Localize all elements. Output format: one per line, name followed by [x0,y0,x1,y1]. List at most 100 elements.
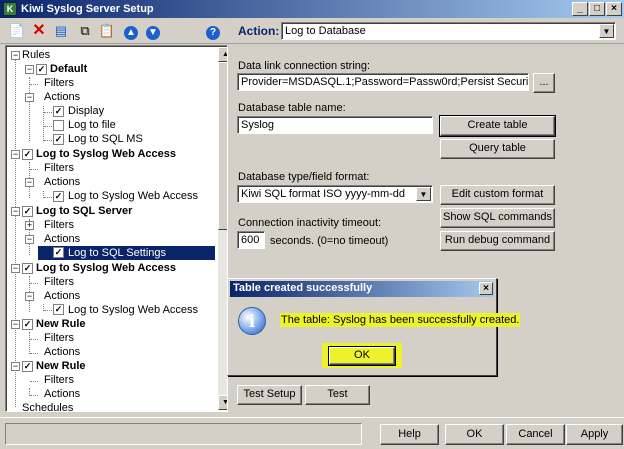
tree-node-selected-action[interactable]: Log to SQL Settings [68,246,166,260]
action-enabled-checkbox[interactable] [53,120,64,131]
move-up-icon[interactable]: ▲ [122,22,140,40]
table-name-label: Database table name: [238,102,346,114]
minimize-button[interactable]: _ [572,2,588,16]
dialog-ok-button[interactable]: OK [328,346,396,366]
tree-node-action[interactable]: Log to Syslog Web Access [68,303,198,317]
collapse-icon[interactable]: − [25,65,34,74]
db-type-value: Kiwi SQL format ISO yyyy-mm-dd [241,188,406,200]
rule-enabled-checkbox[interactable]: ✓ [22,206,33,217]
tree-node-actions[interactable]: Actions [44,232,80,246]
rule-enabled-checkbox[interactable]: ✓ [22,263,33,274]
collapse-icon[interactable]: − [11,362,20,371]
timeout-label: Connection inactivity timeout: [238,217,382,229]
timeout-value: 600 [241,234,260,246]
maximize-button[interactable]: □ [589,2,605,16]
paste-icon[interactable]: 📋 [98,22,116,40]
timeout-suffix: seconds. (0=no timeout) [270,235,389,247]
show-sql-commands-button[interactable]: Show SQL commands [440,208,555,228]
tree-node-rules[interactable]: Rules [22,48,50,62]
collapse-icon[interactable]: − [11,320,20,329]
rule-enabled-checkbox[interactable]: ✓ [22,361,33,372]
tree-node-filters[interactable]: Filters [44,331,74,345]
db-type-select[interactable]: Kiwi SQL format ISO yyyy-mm-dd ▼ [237,185,433,203]
tree-node-filters[interactable]: Filters [44,275,74,289]
help-button[interactable]: Help [380,424,439,445]
action-select[interactable]: Log to Database ▼ [281,22,616,40]
cancel-button[interactable]: Cancel [506,424,565,445]
create-table-button[interactable]: Create table [439,115,556,137]
window-titlebar: K Kiwi Syslog Server Setup _ □ × [0,0,624,18]
help-icon[interactable]: ? [204,22,222,40]
rename-icon[interactable]: ▤ [52,22,70,40]
table-name-input[interactable]: Syslog [237,116,433,134]
rule-enabled-checkbox[interactable]: ✓ [36,64,47,75]
tree-node-filters[interactable]: Filters [44,76,74,90]
tree-node-action[interactable]: Log to Syslog Web Access [68,189,198,203]
apply-button[interactable]: Apply [566,424,623,445]
tree-node-actions[interactable]: Actions [44,90,80,104]
tree-node-rule[interactable]: Log to SQL Server [36,204,132,218]
query-table-button[interactable]: Query table [440,139,555,159]
scroll-thumb[interactable] [218,62,227,230]
action-enabled-checkbox[interactable]: ✓ [53,304,64,315]
expand-icon[interactable]: + [25,221,34,230]
ok-button[interactable]: OK [445,424,504,445]
footer-bar: Help OK Cancel Apply [0,417,624,449]
rule-enabled-checkbox[interactable]: ✓ [22,319,33,330]
collapse-icon[interactable]: − [11,150,20,159]
run-debug-command-button[interactable]: Run debug command [440,231,555,251]
tree-node-action[interactable]: Log to SQL MS [68,132,143,146]
status-field [5,423,362,445]
success-dialog: Table created successfully × i The table… [227,278,521,376]
collapse-icon[interactable]: − [25,178,34,187]
db-type-label: Database type/field format: [238,171,370,183]
scroll-up-icon[interactable]: ▲ [218,47,227,62]
rule-enabled-checkbox[interactable]: ✓ [22,149,33,160]
tree-node-filters[interactable]: Filters [44,161,74,175]
tree-node-filters[interactable]: Filters [44,373,74,387]
collapse-icon[interactable]: − [11,207,20,216]
action-select-value: Log to Database [285,25,366,37]
collapse-icon[interactable]: − [11,264,20,273]
tree-node-rule[interactable]: Default [50,62,87,76]
rules-tree[interactable]: − Rules − ✓ Default Filters − Actions ✓ … [5,45,228,412]
tree-node-actions[interactable]: Actions [44,289,80,303]
test-setup-button[interactable]: Test Setup [237,385,302,405]
dialog-title: Table created successfully [233,282,373,294]
action-enabled-checkbox[interactable]: ✓ [53,106,64,117]
action-enabled-checkbox[interactable]: ✓ [53,134,64,145]
collapse-icon[interactable]: − [25,235,34,244]
scroll-down-icon[interactable]: ▼ [218,395,227,410]
tree-node-rule[interactable]: Log to Syslog Web Access [36,147,176,161]
window-title: Kiwi Syslog Server Setup [21,3,154,15]
move-down-icon[interactable]: ▼ [144,22,162,40]
delete-icon[interactable]: ✕ [30,22,48,40]
collapse-icon[interactable]: − [11,51,20,60]
copy-icon[interactable]: ⧉ [76,22,94,40]
action-enabled-checkbox[interactable]: ✓ [53,247,64,258]
edit-custom-format-button[interactable]: Edit custom format [440,185,555,205]
connection-string-input[interactable]: Provider=MSDASQL.1;Password=Passw0rd;Per… [237,73,529,91]
tree-node-rule[interactable]: New Rule [36,317,86,331]
tree-node-action[interactable]: Log to file [68,118,116,132]
dialog-close-icon[interactable]: × [479,282,493,295]
tree-node-rule[interactable]: New Rule [36,359,86,373]
tree-node-action[interactable]: Display [68,104,104,118]
chevron-down-icon[interactable]: ▼ [599,24,614,38]
action-enabled-checkbox[interactable]: ✓ [53,191,64,202]
connection-string-label: Data link connection string: [238,60,371,72]
tree-node-rule[interactable]: Log to Syslog Web Access [36,261,176,275]
tree-node-filters[interactable]: Filters [44,218,74,232]
new-document-icon[interactable]: 📄 [8,22,26,40]
collapse-icon[interactable]: − [25,93,34,102]
close-window-button[interactable]: × [606,2,622,16]
tree-node-actions[interactable]: Actions [44,387,80,401]
timeout-input[interactable]: 600 [237,231,265,249]
browse-button[interactable]: ... [533,73,555,93]
tree-node-actions[interactable]: Actions [44,345,80,359]
test-button[interactable]: Test [305,385,370,405]
tree-node-schedules[interactable]: Schedules [22,401,73,411]
tree-node-actions[interactable]: Actions [44,175,80,189]
collapse-icon[interactable]: − [25,292,34,301]
chevron-down-icon[interactable]: ▼ [416,187,431,201]
